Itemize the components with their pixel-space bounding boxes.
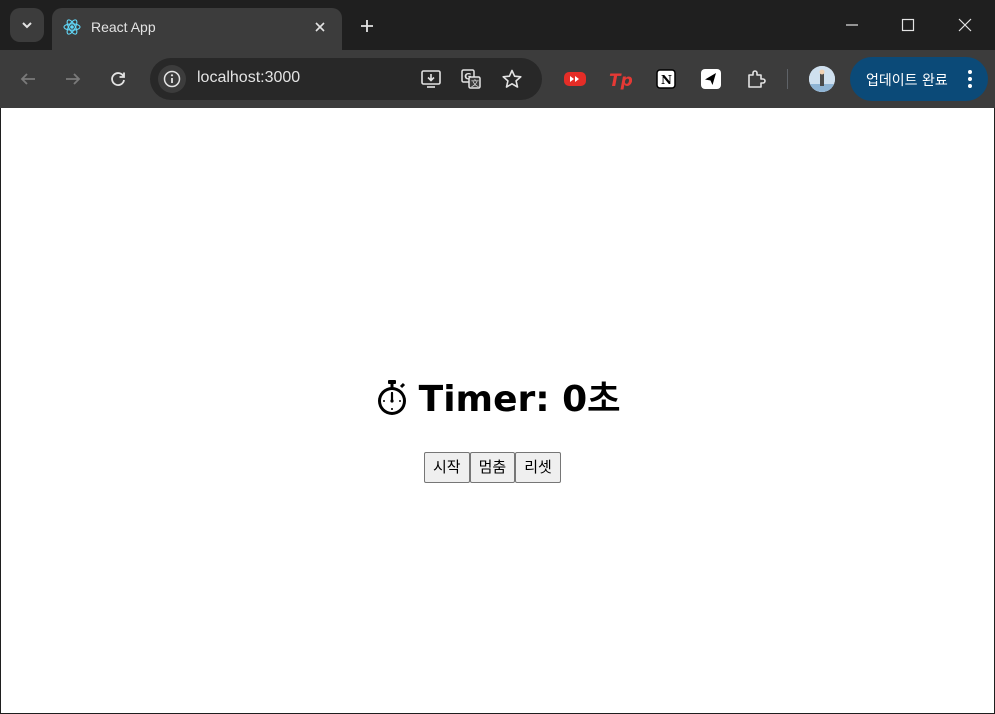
tab-title: React App — [91, 19, 156, 35]
svg-text:文: 文 — [471, 78, 479, 88]
stop-button[interactable]: 멈춤 — [469, 452, 516, 483]
maximize-icon — [901, 18, 915, 32]
youtube-ext-icon[interactable] — [563, 67, 587, 91]
puzzle-icon[interactable] — [744, 67, 768, 91]
translate-button[interactable]: G 文 — [459, 67, 483, 91]
forward-button[interactable] — [58, 64, 88, 94]
site-info-button[interactable] — [158, 65, 186, 93]
update-button-label: 업데이트 완료 — [866, 73, 948, 89]
install-icon — [421, 70, 441, 88]
translate-icon: G 文 — [461, 69, 481, 89]
stopwatch-icon — [377, 380, 406, 415]
page-viewport: Timer: 0초 시작 멈춤 리셋 — [1, 108, 994, 713]
tab-strip: React App — [0, 0, 995, 50]
install-app-button[interactable] — [419, 67, 443, 91]
tab-close-button[interactable] — [310, 17, 330, 37]
send-ext-icon[interactable] — [699, 67, 723, 91]
svg-text:N: N — [661, 73, 672, 87]
browser-window: React App localhost:3000 G 文 Tp N 업데이트 완… — [0, 0, 995, 714]
new-tab-button[interactable] — [354, 13, 380, 39]
back-button[interactable] — [13, 64, 43, 94]
url-text[interactable]: localhost:3000 — [197, 69, 300, 87]
bookmark-button[interactable] — [500, 67, 524, 91]
reload-icon — [111, 72, 125, 86]
browser-menu-button[interactable] — [964, 67, 976, 91]
close-window-button[interactable] — [950, 10, 980, 40]
svg-text:Tp: Tp — [609, 71, 632, 91]
arrow-left-icon — [20, 73, 35, 85]
minimize-icon — [846, 24, 858, 26]
tab-search-button[interactable] — [10, 8, 44, 42]
start-button[interactable]: 시작 — [424, 452, 470, 483]
more-vert-icon — [968, 70, 972, 88]
reset-button[interactable]: 리셋 — [515, 452, 561, 483]
tab-react-app[interactable]: React App — [52, 8, 342, 50]
profile-avatar[interactable] — [809, 66, 835, 92]
info-icon — [163, 70, 181, 88]
star-icon — [502, 69, 522, 88]
chevron-down-icon — [22, 22, 32, 29]
address-bar[interactable]: localhost:3000 G 文 — [150, 58, 542, 100]
timer-text: Timer: 0초 — [418, 379, 621, 420]
reload-button[interactable] — [103, 64, 133, 94]
close-icon — [958, 18, 972, 32]
arrow-right-icon — [66, 73, 81, 85]
timer-controls: 시작 멈춤 리셋 — [424, 452, 561, 483]
close-icon — [315, 22, 325, 32]
avatar-icon — [809, 66, 835, 92]
update-complete-button[interactable]: 업데이트 완료 — [850, 57, 988, 101]
browser-toolbar: localhost:3000 G 文 Tp N 업데이트 완료 — [0, 50, 995, 108]
react-icon — [63, 19, 81, 35]
minimize-button[interactable] — [837, 10, 867, 40]
timer-heading: Timer: 0초 — [1, 374, 994, 426]
tp-ext-icon[interactable]: Tp — [608, 67, 632, 91]
notion-ext-icon[interactable]: N — [654, 67, 678, 91]
plus-icon — [361, 20, 373, 32]
toolbar-separator — [787, 69, 788, 89]
maximize-button[interactable] — [893, 10, 923, 40]
